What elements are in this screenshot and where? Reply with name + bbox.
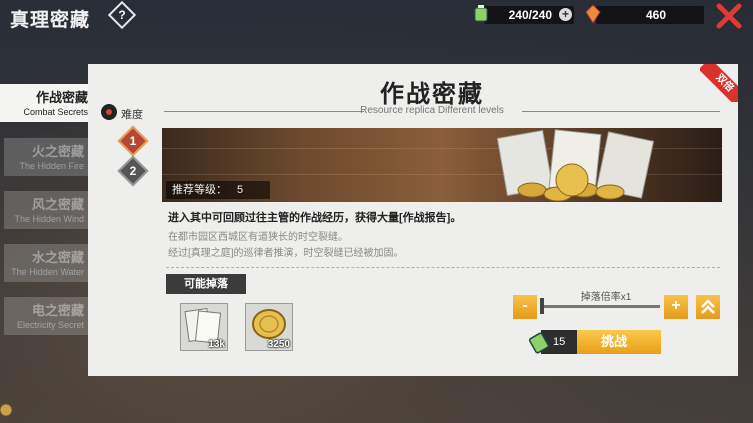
drop-rate-label: 掉落倍率x1 [580,292,632,303]
tab-sublabel: The Hidden Fire [19,161,84,171]
reward-pile-illustration [496,129,655,202]
drop-item[interactable]: 13k [180,303,228,351]
panel-title: 作战密藏 [380,81,484,108]
description-line: 在都市园区西城区有道狭长的时空裂缝。 [168,232,348,243]
item-count: 3250 [267,339,290,350]
question-diamond-icon[interactable]: ? [107,0,137,30]
tab-hidden-wind[interactable]: 风之密藏 The Hidden Wind [4,191,88,229]
drop-rate-slider[interactable] [542,305,660,308]
crystal-icon [585,4,601,24]
tab-label: 风之密藏 [31,197,84,212]
recommended-value: 5 [237,184,244,196]
divider [522,111,720,112]
challenge-button[interactable]: 15 挑战 [541,330,661,354]
tab-combat-secrets[interactable]: 作战密藏 Combat Secrets [0,84,92,122]
slider-handle[interactable] [540,298,544,314]
tab-sublabel: Combat Secrets [23,107,88,117]
top-bar: 真理密藏 ? 240/240 + 460 [0,0,753,34]
energy-battery-icon [528,332,550,354]
description-line: 经过[真理之庭]的巡律者推演，时空裂缝已经被加固。 [168,248,404,259]
recommended-label: 推荐等级： [172,184,227,196]
rate-minus-button[interactable]: - [513,295,537,319]
energy-add-button[interactable]: + [559,8,572,21]
energy-value: 240/240 [508,8,552,22]
plus-label: + [671,297,681,314]
tab-label: 水之密藏 [31,250,84,265]
panel-subtitle: Resource replica Different levels [360,105,504,116]
page-title: 真理密藏 [10,10,91,31]
tab-hidden-water[interactable]: 水之密藏 The Hidden Water [4,244,88,282]
difficulty-icon [101,104,117,120]
rate-plus-button[interactable]: + [664,295,688,319]
tab-label: 电之密藏 [31,303,84,318]
description-main: 进入其中可回顾过往主管的作战经历，获得大量[作战报告]。 [168,212,462,224]
drop-item[interactable]: 3250 [245,303,293,351]
rate-max-button[interactable] [696,295,720,319]
tab-sublabel: The Hidden Wind [14,214,84,224]
currency-counter: 460 [585,4,704,24]
double-chevron-up-icon [701,299,715,314]
recommended-level: 推荐等级： 5 [166,181,270,199]
difficulty-label: 难度 [121,109,143,121]
level-number: 2 [129,164,137,178]
close-x-icon[interactable] [716,3,742,29]
item-count: 13k [208,339,225,350]
ribbon-label: 双倍 [700,64,738,102]
double-drop-ribbon: 双倍 [700,64,738,102]
tab-label: 火之密藏 [31,144,84,159]
tab-sublabel: The Hidden Water [11,267,84,277]
tab-sublabel: Electricity Secret [16,320,84,330]
tab-electricity-secret[interactable]: 电之密藏 Electricity Secret [4,297,88,335]
tab-hidden-fire[interactable]: 火之密藏 The Hidden Fire [4,138,88,176]
level-number: 1 [129,134,137,148]
challenge-label: 挑战 [601,334,628,349]
drops-label: 可能掉落 [166,274,246,294]
energy-battery-icon [474,5,488,22]
tab-label: 作战密藏 [35,90,88,105]
corner-decor-icon [0,403,13,417]
section-divider [166,267,720,268]
currency-value: 460 [645,8,666,22]
energy-counter: 240/240 + [474,5,574,24]
minus-label: - [522,297,528,314]
